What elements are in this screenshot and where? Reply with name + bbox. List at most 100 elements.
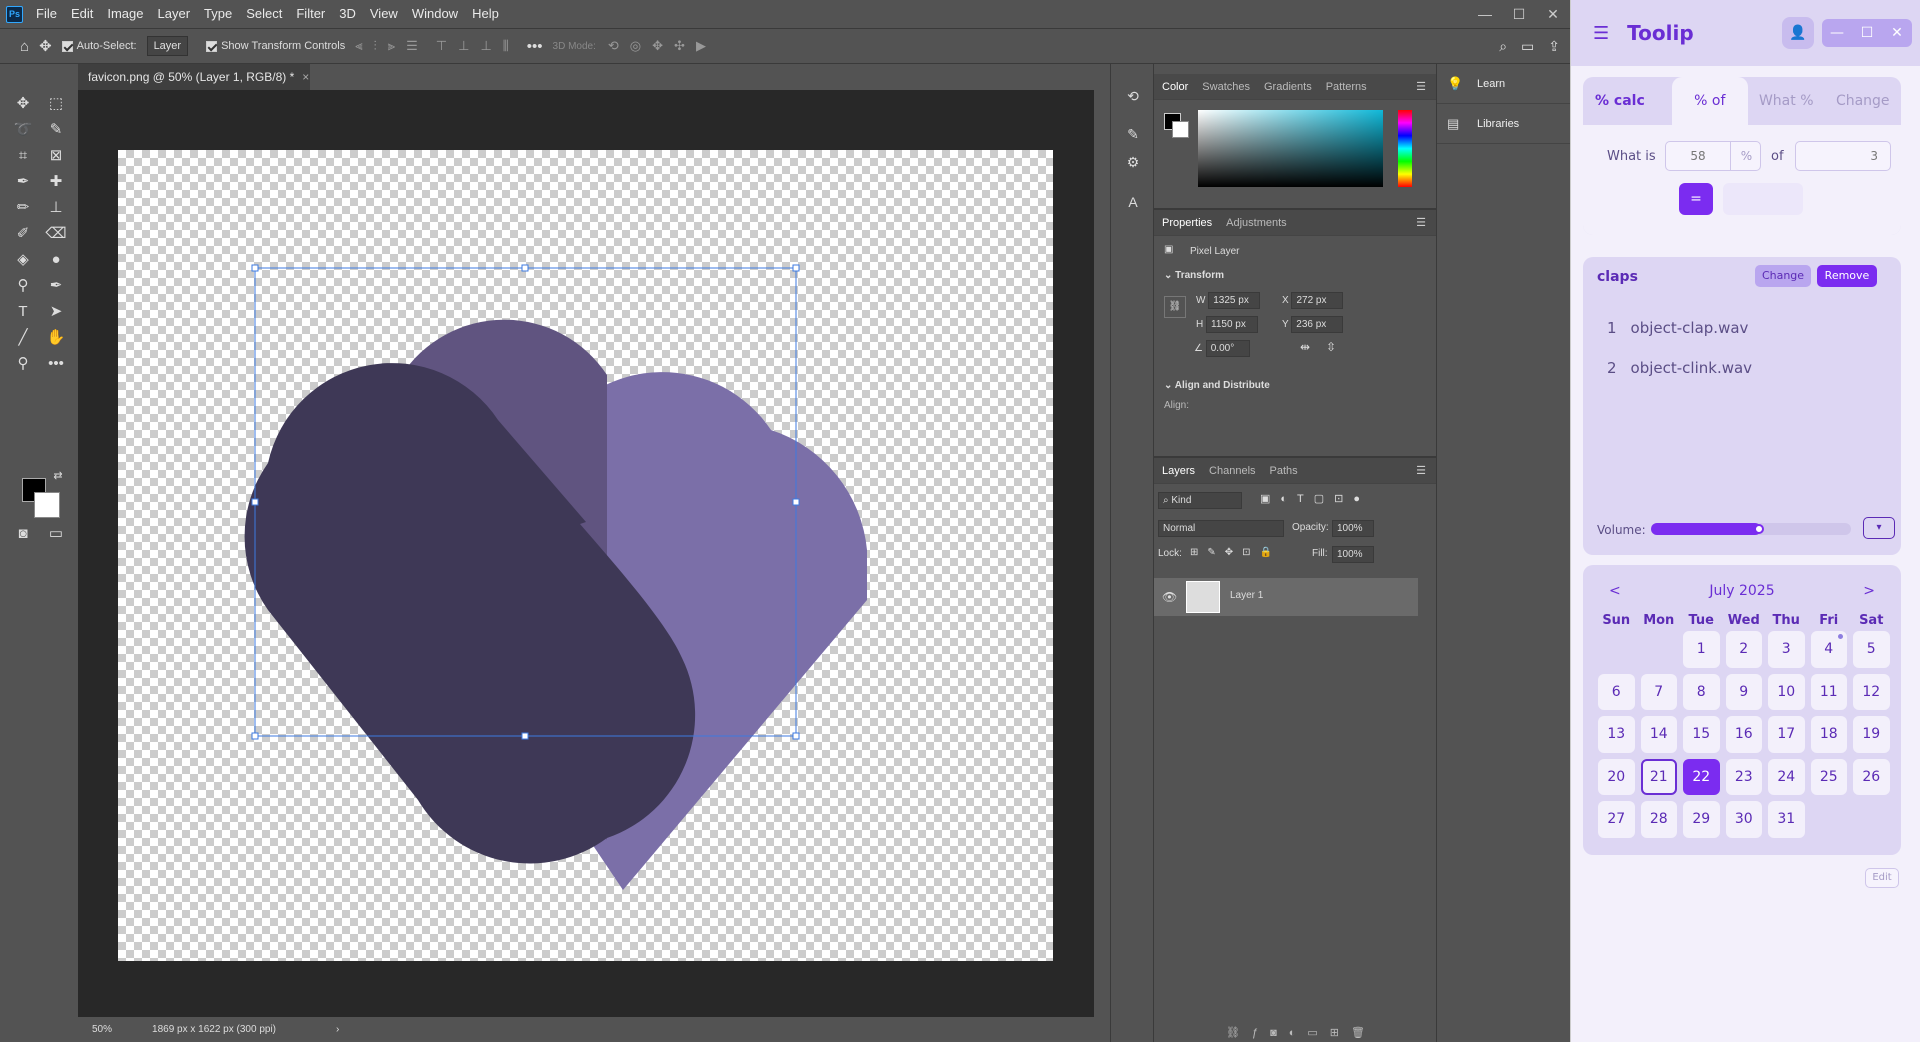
layer-actions-bar[interactable]: ⛓ƒ◙◐▭⊞🗑 — [1226, 1026, 1377, 1039]
panel-menu-icon[interactable]: ☰ — [1416, 464, 1426, 477]
calendar-day[interactable]: 2 — [1725, 631, 1762, 668]
calendar-day[interactable]: 20 — [1598, 758, 1635, 795]
paint-bucket-tool-icon[interactable]: ◈ — [10, 248, 36, 272]
auto-select-target-dropdown[interactable]: Layer — [146, 36, 189, 56]
layer-row[interactable]: 👁 Layer 1 — [1154, 578, 1418, 616]
menu-help[interactable]: Help — [465, 0, 506, 28]
opacity-field[interactable]: 100% — [1332, 520, 1374, 537]
artboard[interactable] — [118, 150, 1053, 961]
tab-swatches[interactable]: Swatches — [1202, 81, 1250, 93]
quick-mask-icon[interactable]: ◙ — [10, 522, 36, 546]
tab-channels[interactable]: Channels — [1209, 465, 1255, 477]
line-tool-icon[interactable]: ╱ — [10, 326, 36, 350]
quick-select-tool-icon[interactable]: ✎ — [43, 118, 69, 142]
calendar-day[interactable]: 24 — [1768, 758, 1805, 795]
menu-layer[interactable]: Layer — [151, 0, 198, 28]
calendar-day[interactable]: 22 — [1683, 758, 1720, 795]
path-select-tool-icon[interactable]: ➤ — [43, 300, 69, 324]
zoom-tool-icon[interactable]: ⚲ — [10, 352, 36, 376]
libraries-button[interactable]: ▤ Libraries — [1437, 104, 1570, 144]
close-icon[interactable]: ✕ — [1536, 6, 1570, 23]
zoom-level[interactable]: 50% — [92, 1024, 112, 1035]
minimize-icon[interactable]: — — [1822, 19, 1852, 47]
marquee-tool-icon[interactable]: ⬚ — [43, 92, 69, 116]
hand-tool-icon[interactable]: ✋ — [43, 326, 69, 350]
minimize-icon[interactable]: — — [1468, 6, 1502, 23]
calendar-day[interactable]: 8 — [1683, 673, 1720, 710]
user-icon[interactable]: 👤 — [1782, 17, 1814, 49]
calendar-day[interactable]: 27 — [1598, 801, 1635, 838]
auto-select-checkbox[interactable]: Auto-Select: — [61, 40, 137, 52]
menu-edit[interactable]: Edit — [64, 0, 100, 28]
workspace-icon[interactable]: ▭ — [1521, 38, 1534, 55]
tab-paths[interactable]: Paths — [1270, 465, 1298, 477]
healing-tool-icon[interactable]: ✚ — [43, 170, 69, 194]
tab-patterns[interactable]: Patterns — [1326, 81, 1367, 93]
calendar-day[interactable]: 21 — [1640, 758, 1677, 795]
close-icon[interactable]: ✕ — [1882, 19, 1912, 47]
character-icon[interactable]: A — [1123, 194, 1143, 214]
distribute-buttons[interactable]: ⊤ ⊥ ⊥ ⫼ — [436, 38, 509, 54]
list-item[interactable]: 2 object-clink.wav — [1607, 359, 1752, 377]
stamp-tool-icon[interactable]: ⊥ — [43, 196, 69, 220]
history-brush-tool-icon[interactable]: ✐ — [10, 222, 36, 246]
fill-field[interactable]: 100% — [1332, 546, 1374, 563]
type-tool-icon[interactable]: T — [10, 300, 36, 324]
angle-field[interactable]: 0.00° — [1205, 340, 1250, 357]
calendar-day[interactable]: 13 — [1598, 716, 1635, 753]
base-input[interactable]: 3 — [1795, 141, 1891, 171]
share-icon[interactable]: ⇪ — [1548, 38, 1560, 55]
lasso-tool-icon[interactable]: ➰ — [10, 118, 36, 142]
value-input[interactable]: 58 % — [1665, 141, 1761, 171]
canvas-area[interactable] — [78, 90, 1094, 1017]
tab-change[interactable]: Change — [1825, 77, 1902, 125]
hue-slider[interactable] — [1398, 110, 1412, 187]
home-icon[interactable]: ⌂ — [20, 38, 29, 55]
eraser-tool-icon[interactable]: ⌫ — [43, 222, 69, 246]
flip-vertical-icon[interactable]: ⇳ — [1326, 340, 1336, 354]
calendar-day[interactable]: 3 — [1768, 631, 1805, 668]
calendar-day[interactable]: 10 — [1768, 673, 1805, 710]
calendar-day[interactable]: 28 — [1640, 801, 1677, 838]
blur-tool-icon[interactable]: ● — [43, 248, 69, 272]
width-field[interactable]: 1325 px — [1208, 292, 1261, 309]
background-color-chip[interactable] — [1172, 121, 1189, 138]
panel-menu-icon[interactable]: ☰ — [1416, 216, 1426, 229]
panel-menu-icon[interactable]: ☰ — [1416, 80, 1426, 93]
calendar-day[interactable]: 26 — [1853, 758, 1890, 795]
list-item[interactable]: 1 object-clap.wav — [1607, 319, 1748, 337]
lock-icons[interactable]: ⊞✎✥⊡🔒 — [1190, 547, 1281, 558]
dodge-tool-icon[interactable]: ⚲ — [10, 274, 36, 298]
hamburger-menu-icon[interactable]: ☰ — [1593, 23, 1609, 44]
learn-button[interactable]: 💡 Learn — [1437, 64, 1570, 104]
volume-slider[interactable] — [1651, 523, 1851, 535]
document-tab[interactable]: favicon.png @ 50% (Layer 1, RGB/8) * × — [78, 64, 310, 90]
calendar-day[interactable]: 25 — [1810, 758, 1847, 795]
pen-tool-icon[interactable]: ✒ — [43, 274, 69, 298]
x-field[interactable]: 272 px — [1291, 292, 1344, 309]
menu-image[interactable]: Image — [100, 0, 150, 28]
volume-dropdown-icon[interactable]: ▾ — [1863, 517, 1895, 539]
kind-filter-dropdown[interactable]: ⌕ Kind — [1158, 492, 1242, 509]
tab-color[interactable]: Color — [1162, 81, 1188, 93]
3d-mode-buttons[interactable]: ⟲ ◎ ✥ ✣ ▶ — [608, 38, 706, 54]
calendar-day[interactable]: 7 — [1640, 673, 1677, 710]
adjust-icon[interactable]: ⚙ — [1123, 154, 1143, 174]
history-icon[interactable]: ⟲ — [1123, 88, 1143, 108]
edit-button[interactable]: Edit — [1865, 868, 1899, 888]
align-section-title[interactable]: ⌄ Align and Distribute — [1164, 380, 1270, 391]
tab-what-percent[interactable]: What % — [1748, 77, 1825, 125]
move-tool-icon[interactable]: ✥ — [10, 92, 36, 116]
align-buttons[interactable]: ⫷ ⫶ ⫸ ☰ — [355, 38, 418, 54]
calendar-day[interactable]: 6 — [1598, 673, 1635, 710]
swap-colors-icon[interactable]: ⇄ — [45, 464, 71, 488]
menu-file[interactable]: File — [29, 0, 64, 28]
calendar-day[interactable]: 17 — [1768, 716, 1805, 753]
more-tools-icon[interactable]: ••• — [43, 352, 69, 376]
link-icon[interactable]: ⛓ — [1164, 296, 1186, 318]
eyedropper-tool-icon[interactable]: ✒ — [10, 170, 36, 194]
flip-horizontal-icon[interactable]: ⇹ — [1300, 340, 1310, 354]
background-color-swatch[interactable] — [34, 492, 60, 518]
menu-select[interactable]: Select — [239, 0, 289, 28]
visibility-eye-icon[interactable]: 👁 — [1162, 590, 1177, 604]
